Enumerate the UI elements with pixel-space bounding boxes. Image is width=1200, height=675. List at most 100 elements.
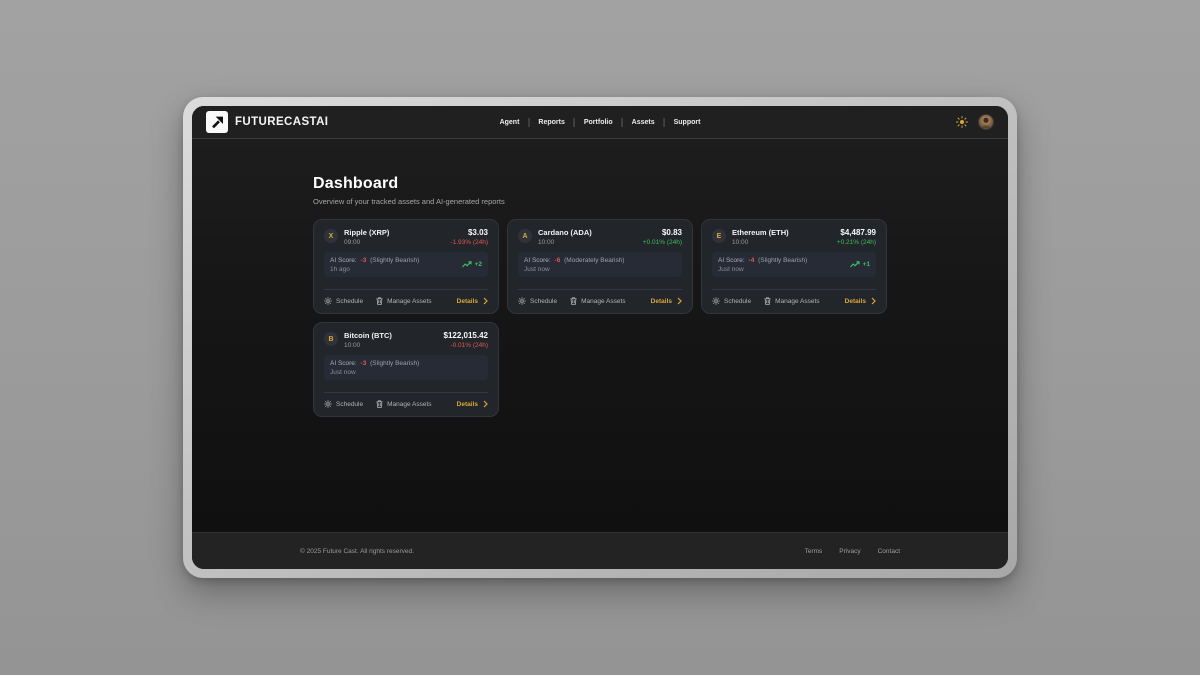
- asset-card-btc: B Bitcoin (BTC) 10:00 $122,015.42 -0.01%…: [313, 322, 499, 417]
- trend-up-icon: [850, 261, 860, 268]
- theme-toggle-button[interactable]: [956, 116, 968, 128]
- manage-assets-label: Manage Assets: [775, 298, 819, 305]
- ai-sentiment: (Slightly Bearish): [370, 360, 419, 367]
- asset-initial-badge: B: [324, 332, 338, 346]
- trend-badge: +2: [462, 261, 482, 268]
- ai-score-label: AI Score:: [330, 257, 357, 264]
- asset-time: 10:00: [732, 239, 789, 246]
- manage-assets-label: Manage Assets: [387, 298, 431, 305]
- ai-score-label: AI Score:: [330, 360, 357, 367]
- chevron-right-icon: [677, 297, 682, 305]
- details-button[interactable]: Details: [845, 297, 876, 305]
- asset-price: $0.83: [643, 228, 682, 237]
- ai-sentiment: (Moderately Bearish): [564, 257, 624, 264]
- ai-updated: Just now: [718, 266, 807, 273]
- ai-updated: Just now: [524, 266, 624, 273]
- trash-icon: [376, 400, 383, 408]
- footer-links: Terms Privacy Contact: [805, 548, 900, 555]
- asset-initial-badge: E: [712, 229, 726, 243]
- gear-icon: [518, 297, 526, 305]
- ai-sentiment: (Slightly Bearish): [370, 257, 419, 264]
- footer-link-privacy[interactable]: Privacy: [839, 548, 860, 555]
- ai-score-panel: AI Score: -4 (Slightly Bearish) Just now: [712, 252, 876, 277]
- details-label: Details: [457, 401, 478, 408]
- gear-icon: [712, 297, 720, 305]
- browser-window-frame: FUTURECASTAI Agent Reports Portfolio Ass…: [183, 97, 1017, 578]
- manage-assets-label: Manage Assets: [581, 298, 625, 305]
- asset-initial-badge: X: [324, 229, 338, 243]
- app-footer: © 2025 Future Cast. All rights reserved.…: [192, 532, 1008, 569]
- brand-logo: [206, 111, 228, 133]
- asset-name: Ripple (XRP): [344, 228, 389, 237]
- trend-badge: +1: [850, 261, 870, 268]
- trash-icon: [376, 297, 383, 305]
- ai-sentiment: (Slightly Bearish): [758, 257, 807, 264]
- card-actions: Schedule Manage Assets: [518, 289, 682, 305]
- asset-time: 10:00: [538, 239, 592, 246]
- chevron-right-icon: [871, 297, 876, 305]
- trend-value: +1: [863, 261, 870, 268]
- asset-change: +0.21% (24h): [837, 239, 876, 246]
- nav-item-reports[interactable]: Reports: [529, 119, 573, 126]
- card-actions: Schedule Manage Assets: [324, 392, 488, 408]
- schedule-button[interactable]: Schedule: [324, 400, 363, 408]
- details-button[interactable]: Details: [457, 297, 488, 305]
- details-label: Details: [651, 298, 672, 305]
- nav-item-assets[interactable]: Assets: [623, 119, 664, 126]
- ai-score-value: -3: [361, 360, 367, 367]
- schedule-label: Schedule: [336, 298, 363, 305]
- footer-link-contact[interactable]: Contact: [878, 548, 900, 555]
- page-subtitle: Overview of your tracked assets and AI-g…: [313, 197, 887, 206]
- user-avatar[interactable]: [978, 114, 994, 130]
- schedule-button[interactable]: Schedule: [518, 297, 557, 305]
- ai-score-panel: AI Score: -6 (Moderately Bearish) Just n…: [518, 252, 682, 277]
- ai-score-value: -4: [749, 257, 755, 264]
- manage-assets-button[interactable]: Manage Assets: [764, 297, 819, 305]
- asset-change: -1.93% (24h): [450, 239, 488, 246]
- main-area: Dashboard Overview of your tracked asset…: [192, 139, 1008, 532]
- asset-initial-badge: A: [518, 229, 532, 243]
- manage-assets-button[interactable]: Manage Assets: [376, 400, 431, 408]
- asset-name: Ethereum (ETH): [732, 228, 789, 237]
- schedule-button[interactable]: Schedule: [324, 297, 363, 305]
- gear-icon: [324, 297, 332, 305]
- person-icon: [979, 115, 993, 129]
- footer-link-terms[interactable]: Terms: [805, 548, 823, 555]
- manage-assets-button[interactable]: Manage Assets: [376, 297, 431, 305]
- trend-up-icon: [462, 261, 472, 268]
- card-actions: Schedule Manage Assets: [712, 289, 876, 305]
- manage-assets-label: Manage Assets: [387, 401, 431, 408]
- ai-score-label: AI Score:: [718, 257, 745, 264]
- nav-item-portfolio[interactable]: Portfolio: [575, 119, 622, 126]
- chevron-right-icon: [483, 297, 488, 305]
- diagonal-arrow-logo-icon: [209, 114, 225, 130]
- trend-value: +2: [475, 261, 482, 268]
- details-button[interactable]: Details: [651, 297, 682, 305]
- asset-card-xrp: X Ripple (XRP) 09:00 $3.03 -1.93% (24h): [313, 219, 499, 314]
- details-label: Details: [457, 298, 478, 305]
- schedule-button[interactable]: Schedule: [712, 297, 751, 305]
- ai-updated: 1h ago: [330, 266, 419, 273]
- asset-name: Bitcoin (BTC): [344, 331, 392, 340]
- ai-score-label: AI Score:: [524, 257, 551, 264]
- asset-time: 09:00: [344, 239, 389, 246]
- nav-item-support[interactable]: Support: [665, 119, 710, 126]
- asset-time: 10:00: [344, 342, 392, 349]
- asset-card-eth: E Ethereum (ETH) 10:00 $4,487.99 +0.21% …: [701, 219, 887, 314]
- ai-score-value: -6: [555, 257, 561, 264]
- asset-card-ada: A Cardano (ADA) 10:00 $0.83 +0.01% (24h): [507, 219, 693, 314]
- main-nav: Agent Reports Portfolio Assets Support: [491, 106, 710, 138]
- sun-icon: [956, 116, 968, 128]
- trash-icon: [570, 297, 577, 305]
- schedule-label: Schedule: [724, 298, 751, 305]
- gear-icon: [324, 400, 332, 408]
- details-button[interactable]: Details: [457, 400, 488, 408]
- manage-assets-button[interactable]: Manage Assets: [570, 297, 625, 305]
- asset-price: $122,015.42: [444, 331, 489, 340]
- asset-price: $3.03: [450, 228, 488, 237]
- app-header: FUTURECASTAI Agent Reports Portfolio Ass…: [192, 106, 1008, 139]
- nav-item-agent[interactable]: Agent: [491, 119, 529, 126]
- asset-card-grid: X Ripple (XRP) 09:00 $3.03 -1.93% (24h): [313, 219, 887, 417]
- app-screen: FUTURECASTAI Agent Reports Portfolio Ass…: [192, 106, 1008, 569]
- ai-updated: Just now: [330, 369, 419, 376]
